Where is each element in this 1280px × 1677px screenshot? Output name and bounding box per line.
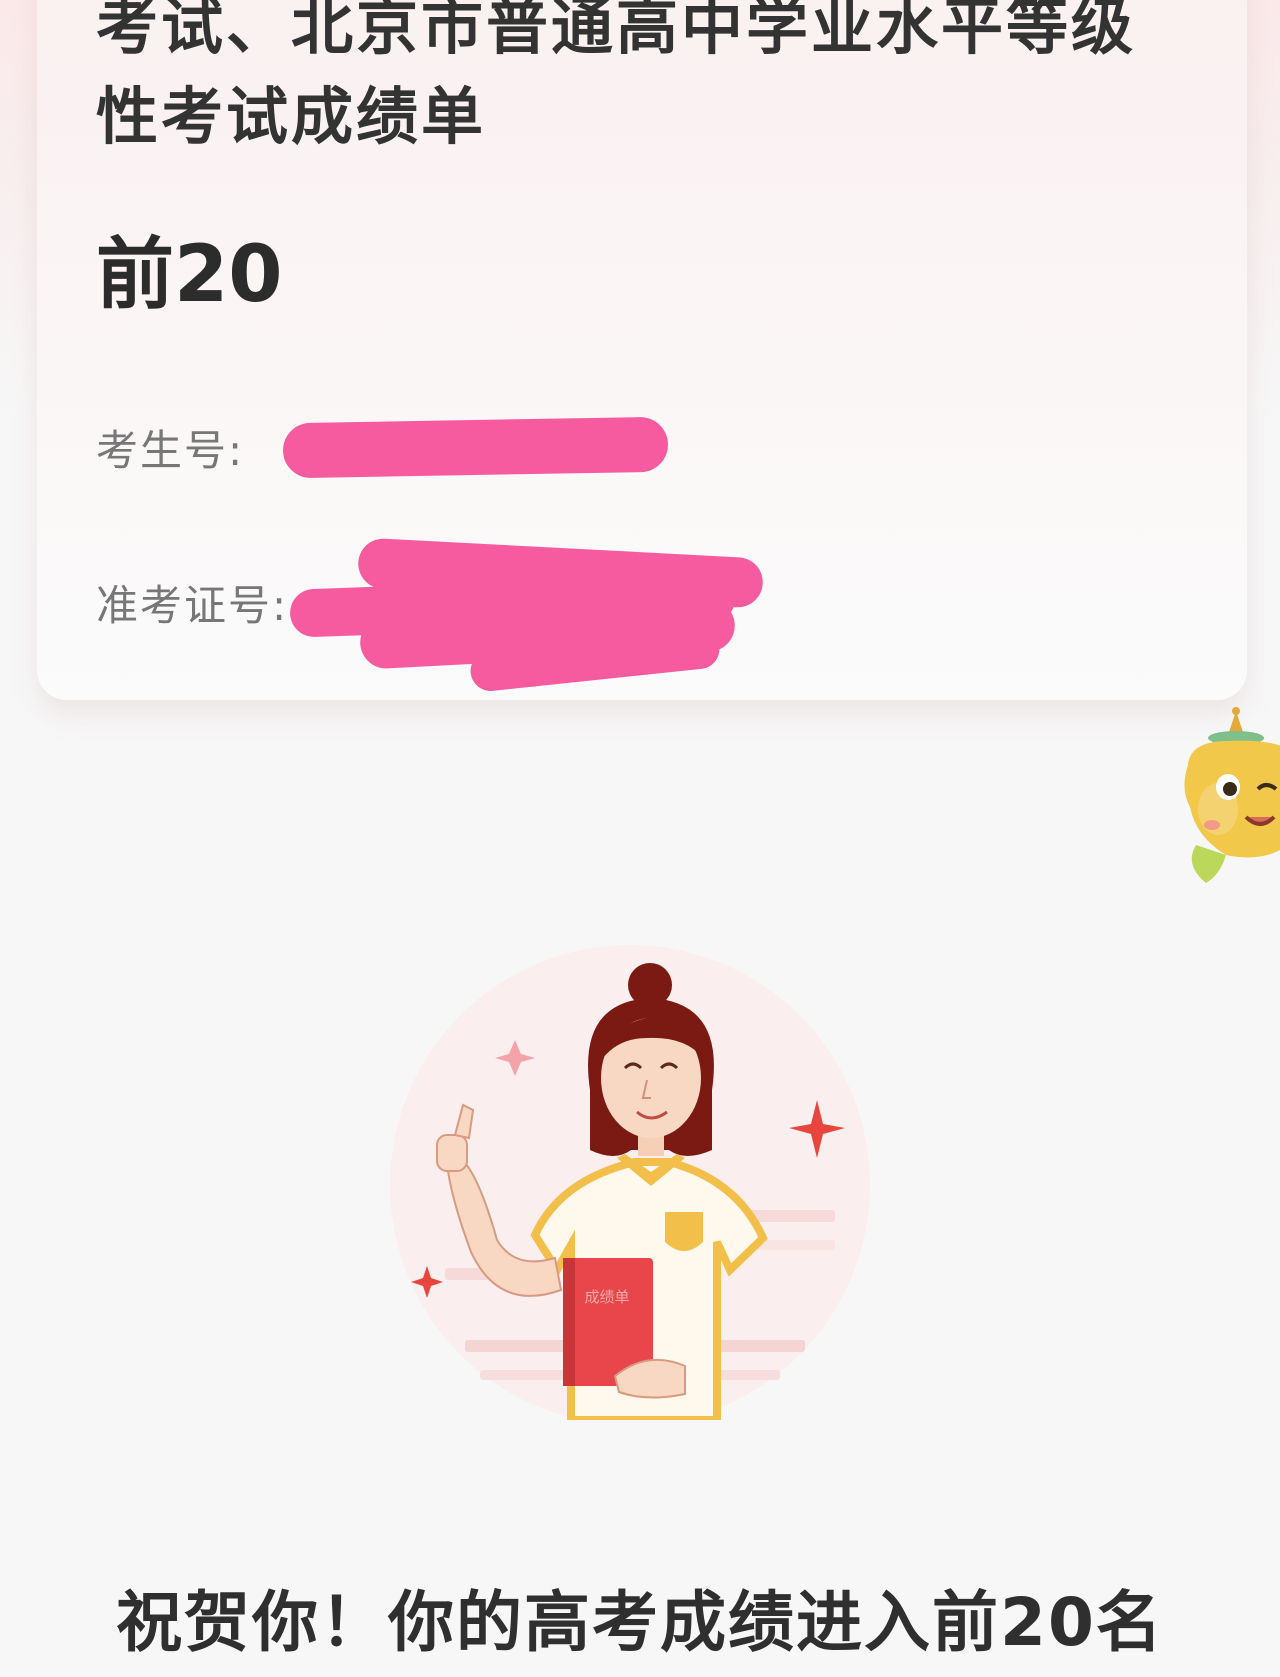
rank-value: 前20: [96, 230, 283, 320]
report-title-line-1: 考试、北京市普通高中学业水平等级: [96, 0, 1137, 63]
exam-number-label: 考生号:: [96, 426, 245, 475]
report-title: 考试、北京市普通高中学业水平等级性考试成绩单: [96, 0, 1206, 162]
mascot-icon: [1184, 707, 1280, 883]
congratulations-message: 祝贺你！你的高考成绩进入前20名: [116, 1584, 1164, 1661]
student-illustration: 成绩单: [390, 945, 870, 1420]
admission-number-label: 准考证号:: [96, 581, 289, 630]
report-title-line-2: 性考试成绩单: [96, 80, 487, 153]
score-book-label: 成绩单: [584, 1288, 629, 1306]
exam-number-redaction: [282, 416, 669, 479]
